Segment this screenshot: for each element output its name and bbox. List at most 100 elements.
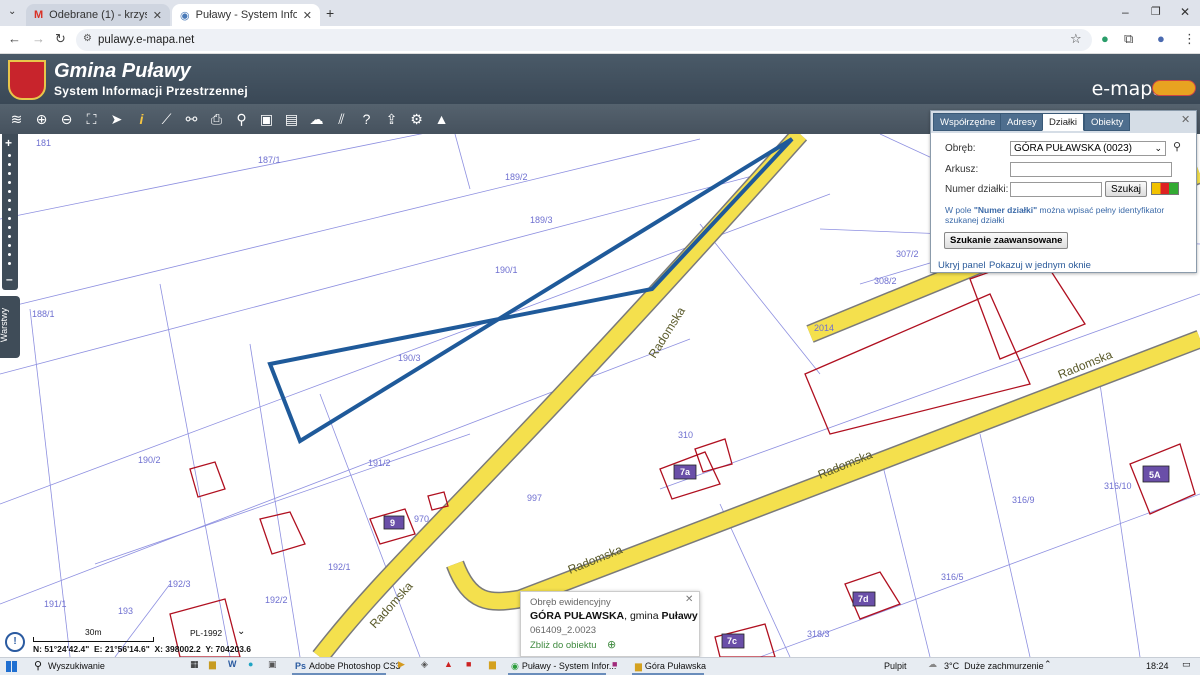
zoom-plus-icon[interactable]: + bbox=[5, 136, 12, 150]
taskbar-search-label[interactable]: Wyszukiwanie bbox=[48, 661, 105, 671]
comment-icon[interactable]: ☁ bbox=[306, 109, 327, 130]
crs-chevron-icon[interactable]: ⌄ bbox=[237, 626, 245, 637]
zoom-level-dot[interactable] bbox=[8, 199, 11, 202]
advanced-search-button[interactable]: Szukanie zaawansowane bbox=[944, 232, 1069, 249]
zoom-to-object-link[interactable]: Zbliż do obiektu bbox=[530, 640, 597, 651]
print-icon[interactable]: ⎙ bbox=[206, 109, 227, 130]
zoom-level-dot[interactable] bbox=[8, 235, 11, 238]
taskbar-chrome[interactable]: ◉ Puławy - System Infor... bbox=[508, 659, 616, 675]
site-info-icon[interactable]: ⚙ bbox=[83, 33, 92, 44]
gmail-icon: M bbox=[34, 9, 44, 21]
zoom-level-dot[interactable] bbox=[8, 163, 11, 166]
tab-gmail[interactable]: M Odebrane (1) - krzysztof.czarne... ✕ bbox=[26, 4, 170, 26]
minimize-icon[interactable]: – bbox=[1122, 5, 1129, 19]
layers-icon[interactable]: ≋ bbox=[6, 109, 27, 130]
info-icon[interactable]: i bbox=[131, 109, 152, 130]
north-arrow-icon[interactable]: ▲ bbox=[431, 109, 452, 130]
layers-sidebar-tab[interactable]: Warstwy bbox=[0, 296, 20, 358]
zoom-minus-icon[interactable]: – bbox=[6, 272, 13, 286]
layout-icon[interactable]: ▤ bbox=[281, 109, 302, 130]
bookmark-star-icon[interactable]: ☆ bbox=[1070, 31, 1082, 47]
zoom-out-icon[interactable]: ⊖ bbox=[56, 109, 77, 130]
close-window-icon[interactable]: ✕ bbox=[1180, 5, 1190, 19]
zoom-extent-icon[interactable]: ⛶ bbox=[81, 109, 102, 130]
windows-start-icon[interactable] bbox=[6, 661, 17, 672]
popup-heading: Obręb ewidencyjny bbox=[530, 597, 611, 608]
link-icon[interactable]: ⚯ bbox=[181, 109, 202, 130]
zoom-slider[interactable]: + – bbox=[2, 134, 18, 290]
hatch-icon[interactable]: ⫽ bbox=[331, 109, 352, 130]
tab-adresy[interactable]: Adresy bbox=[1000, 113, 1044, 131]
tab-dzialki[interactable]: Działki bbox=[1042, 113, 1084, 131]
zoom-level-dot[interactable] bbox=[8, 226, 11, 229]
close-tab-icon[interactable]: ✕ bbox=[153, 9, 162, 22]
hide-panel-link[interactable]: Ukryj panel bbox=[938, 260, 986, 271]
search-icon[interactable]: ⚲ bbox=[1173, 140, 1181, 153]
folder-icon[interactable]: ▆ bbox=[489, 659, 496, 670]
pdf-icon[interactable]: ▲ bbox=[444, 659, 453, 669]
taskbar-gora-pulawska[interactable]: ▆ Góra Puławska bbox=[632, 659, 706, 675]
restore-icon[interactable]: ❐ bbox=[1151, 5, 1161, 18]
taskbar-search-icon[interactable]: ⚲ bbox=[34, 659, 42, 672]
select-area-icon[interactable]: ▣ bbox=[256, 109, 277, 130]
settings-gear-icon[interactable]: ⚙ bbox=[406, 109, 427, 130]
archive-icon[interactable]: ■ bbox=[466, 659, 471, 669]
tab-wspolrzedne[interactable]: Współrzędne bbox=[933, 113, 1003, 131]
menu-kebab-icon[interactable]: ⋮ bbox=[1183, 31, 1196, 47]
help-icon[interactable]: ? bbox=[356, 109, 377, 130]
profile-icon[interactable]: ● bbox=[1157, 31, 1165, 46]
back-icon[interactable]: ← bbox=[8, 31, 21, 46]
single-window-link[interactable]: Pokazuj w jednym oknie bbox=[989, 260, 1091, 271]
zoom-in-icon[interactable]: ⊕ bbox=[31, 109, 52, 130]
zoom-level-dot[interactable] bbox=[8, 181, 11, 184]
pointer-icon[interactable]: ➤ bbox=[106, 109, 127, 130]
search-button[interactable]: Szukaj bbox=[1105, 181, 1148, 197]
numer-dzialki-input[interactable] bbox=[1010, 182, 1102, 197]
file-explorer-icon[interactable]: ▆ bbox=[209, 659, 216, 670]
extension-b-icon[interactable]: ● bbox=[1101, 31, 1109, 46]
edge-icon[interactable]: ● bbox=[248, 659, 253, 669]
zoom-level-dot[interactable] bbox=[8, 262, 11, 265]
close-tab-icon[interactable]: ✕ bbox=[303, 9, 312, 22]
address-bar[interactable]: ⚙ pulawy.e-mapa.net bbox=[76, 29, 1092, 51]
new-tab-icon[interactable]: + bbox=[326, 5, 334, 21]
tab-obiekty[interactable]: Obiekty bbox=[1084, 113, 1131, 131]
media-icon[interactable]: ▶ bbox=[398, 659, 405, 670]
reload-icon[interactable]: ↻ bbox=[55, 31, 66, 47]
measure-ruler-icon[interactable]: ⟋ bbox=[156, 109, 177, 130]
app-pink-icon[interactable]: ■ bbox=[612, 659, 617, 669]
zoom-level-dot[interactable] bbox=[8, 208, 11, 211]
taskbar-photoshop[interactable]: Ps Adobe Photoshop CS3 bbox=[292, 659, 401, 675]
zoom-level-dot[interactable] bbox=[8, 190, 11, 193]
extensions-puzzle-icon[interactable]: ⧉ bbox=[1124, 31, 1133, 47]
browser-tab-bar: ⌄ M Odebrane (1) - krzysztof.czarne... ✕… bbox=[0, 0, 1200, 26]
notifications-icon[interactable]: ▭ bbox=[1182, 659, 1191, 670]
popup-close-icon[interactable]: ✕ bbox=[685, 594, 693, 605]
arkusz-input[interactable] bbox=[1010, 162, 1172, 177]
tray-chevron-icon[interactable]: ⌃ bbox=[1044, 659, 1052, 670]
zoom-level-dot[interactable] bbox=[8, 244, 11, 247]
parcel-number-label: 970 bbox=[414, 514, 429, 524]
forward-icon[interactable]: → bbox=[32, 31, 45, 46]
app-icon[interactable]: ◈ bbox=[421, 659, 428, 670]
parcel-number-label: 187/1 bbox=[258, 155, 281, 165]
tab-pulawy[interactable]: ◉ Puławy - System Informacji Prze... ✕ bbox=[172, 4, 320, 26]
tab-list-chevron-icon[interactable]: ⌄ bbox=[8, 6, 16, 17]
zoom-level-dot[interactable] bbox=[8, 172, 11, 175]
zoom-level-dot[interactable] bbox=[8, 253, 11, 256]
word-icon[interactable]: W bbox=[228, 659, 237, 669]
weather-text[interactable]: 3°C Duże zachmurzenie bbox=[944, 661, 1044, 671]
store-icon[interactable]: ▣ bbox=[268, 659, 277, 670]
desktop-label[interactable]: Pulpit bbox=[884, 661, 907, 671]
help-circle-icon[interactable]: ! bbox=[5, 632, 25, 652]
color-legend-icon[interactable] bbox=[1151, 182, 1179, 195]
zoom-level-dot[interactable] bbox=[8, 217, 11, 220]
zoom-level-dot[interactable] bbox=[8, 154, 11, 157]
task-view-icon[interactable]: ▦ bbox=[190, 659, 199, 670]
obreb-select[interactable]: GÓRA PUŁAWSKA (0023) ⌄ bbox=[1010, 141, 1166, 156]
zoom-plus-circle-icon[interactable]: ⊕ bbox=[607, 638, 616, 651]
panel-close-icon[interactable]: ✕ bbox=[1181, 113, 1190, 126]
upload-icon[interactable]: ⇪ bbox=[381, 109, 402, 130]
clock[interactable]: 18:24 bbox=[1146, 661, 1169, 671]
pin-icon[interactable]: ⚲ bbox=[231, 109, 252, 130]
